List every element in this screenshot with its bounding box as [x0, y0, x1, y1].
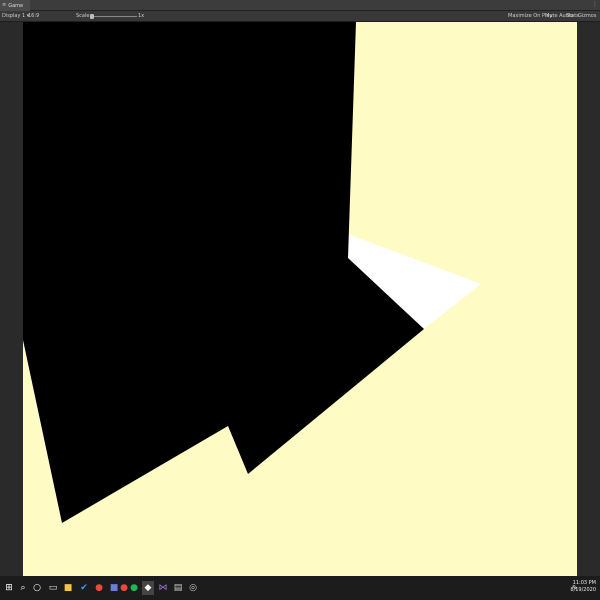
game-scene: [23, 22, 481, 523]
cortana-icon[interactable]: ○: [31, 581, 43, 595]
left-margin: [0, 22, 23, 576]
search-icon[interactable]: ⌕: [17, 581, 29, 595]
unity-icon[interactable]: ◆: [142, 581, 154, 595]
task-view-icon[interactable]: ▭: [47, 581, 59, 595]
spotify-icon[interactable]: ●: [128, 581, 140, 595]
scale-value: 1x: [138, 13, 145, 19]
check-app-icon[interactable]: ✔: [78, 581, 90, 595]
system-clock[interactable]: 11:03 PM 8/19/2020: [570, 580, 596, 594]
game-tab-label: Game: [8, 2, 24, 9]
display-dropdown[interactable]: Display 1 ▾: [2, 13, 29, 20]
aspect-ratio-dropdown[interactable]: 16:9: [28, 13, 39, 20]
game-tab[interactable]: ≡ Game: [0, 0, 30, 11]
clock-date: 8/19/2020: [570, 587, 596, 593]
file-explorer-icon[interactable]: ■: [62, 581, 74, 595]
clock-time: 11:03 PM: [572, 580, 596, 586]
scale-label: Scale: [76, 13, 90, 19]
app-icon[interactable]: ▤: [172, 581, 184, 595]
tab-menu-icon[interactable]: ⋮: [592, 1, 598, 8]
gamepad-icon: ≡: [2, 2, 7, 8]
windows-start-icon[interactable]: ⊞: [3, 581, 15, 595]
right-margin: [577, 22, 600, 576]
gizmos-dropdown[interactable]: Gizmos: [578, 13, 596, 20]
editor-tab-bar: ≡ Game ⋮: [0, 0, 600, 11]
chrome-icon[interactable]: ●: [93, 581, 105, 595]
stats-toggle[interactable]: Stats: [566, 13, 579, 20]
game-view-toolbar: Display 1 ▾ 16:9 Scale 1x Maximize On Pl…: [0, 11, 600, 22]
settings-icon[interactable]: ◎: [187, 581, 199, 595]
game-viewport[interactable]: [23, 22, 577, 576]
visual-studio-icon[interactable]: ⋈: [157, 581, 169, 595]
windows-taskbar: ⊞ ⌕ ○ ▭ ■ ✔ ● ■ ● ● ◆ ⋈ ▤ ◎ ✎ 11:03 PM 8…: [0, 576, 600, 600]
scale-slider-track[interactable]: [92, 16, 137, 17]
scale-slider-handle[interactable]: [90, 14, 94, 19]
